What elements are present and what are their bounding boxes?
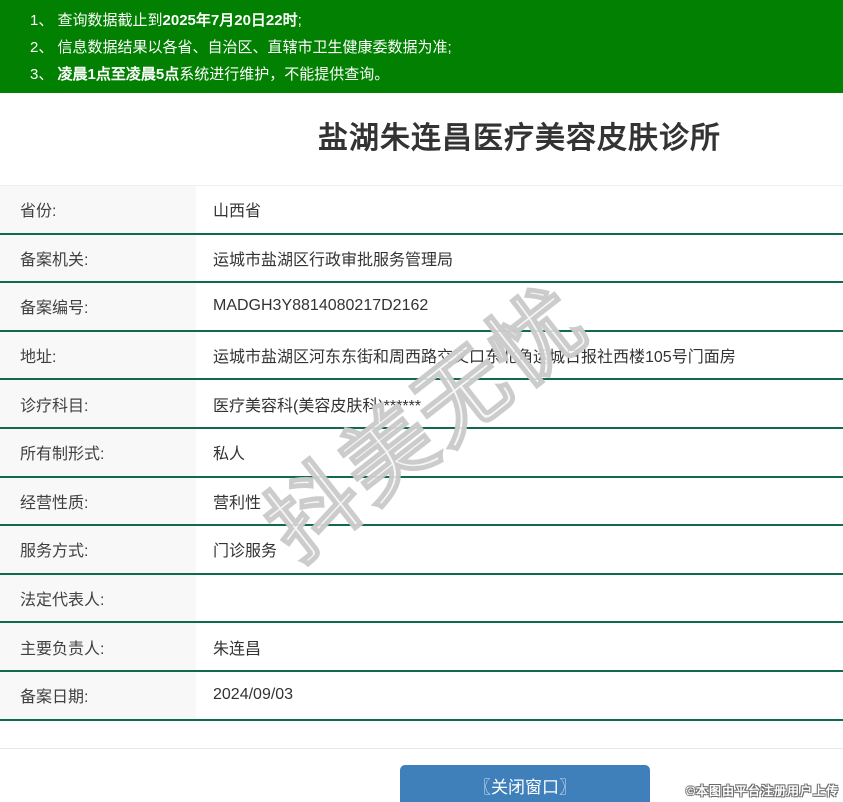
notice-line-3: 3、 凌晨1点至凌晨5点系统进行维护，不能提供查询。 bbox=[30, 61, 833, 88]
table-row-legal-representative: 法定代表人: bbox=[0, 575, 843, 624]
close-window-button[interactable]: 〖关闭窗口〗 bbox=[400, 765, 650, 802]
table-row-province: 省份: 山西省 bbox=[0, 186, 843, 235]
row-label: 主要负责人: bbox=[0, 623, 196, 670]
row-value: 运城市盐湖区行政审批服务管理局 bbox=[196, 235, 843, 282]
table-row-ownership: 所有制形式: 私人 bbox=[0, 429, 843, 478]
notice-bold-text: 凌晨1点至凌晨5点 bbox=[58, 66, 180, 83]
row-label: 诊疗科目: bbox=[0, 380, 196, 427]
table-row-business-nature: 经营性质: 营利性 bbox=[0, 478, 843, 527]
notice-text: 1、 查询数据截止到 bbox=[30, 12, 163, 29]
row-value bbox=[196, 575, 843, 622]
table-row-clinical-subjects: 诊疗科目: 医疗美容科(美容皮肤科)****** bbox=[0, 380, 843, 429]
notice-text: ; bbox=[298, 12, 302, 29]
row-label: 备案编号: bbox=[0, 283, 196, 330]
row-label: 备案机关: bbox=[0, 235, 196, 282]
row-value: 医疗美容科(美容皮肤科)****** bbox=[196, 380, 843, 427]
row-label: 法定代表人: bbox=[0, 575, 196, 622]
notice-bold-text: 2025年7月20日22时 bbox=[163, 12, 298, 29]
row-value: 门诊服务 bbox=[196, 526, 843, 573]
info-table: 省份: 山西省 备案机关: 运城市盐湖区行政审批服务管理局 备案编号: MADG… bbox=[0, 185, 843, 721]
footer-credit: ©本图由平台注册用户上传 bbox=[686, 782, 839, 799]
row-value: 营利性 bbox=[196, 478, 843, 525]
row-value: 山西省 bbox=[196, 186, 843, 233]
bottom-separator bbox=[0, 748, 843, 749]
table-row-service-mode: 服务方式: 门诊服务 bbox=[0, 526, 843, 575]
row-value: 朱连昌 bbox=[196, 623, 843, 670]
row-value: 私人 bbox=[196, 429, 843, 476]
page-title: 盐湖朱连昌医疗美容皮肤诊所 bbox=[196, 117, 843, 161]
row-value: 2024/09/03 bbox=[196, 672, 843, 719]
row-value: MADGH3Y8814080217D2162 bbox=[196, 283, 843, 330]
notice-text: 系统进行维护，不能提供查询。 bbox=[179, 66, 389, 83]
notice-line-1: 1、 查询数据截止到2025年7月20日22时; bbox=[30, 7, 833, 34]
table-row-address: 地址: 运城市盐湖区河东东街和周西路交叉口东北角运城日报社西楼105号门面房 bbox=[0, 332, 843, 381]
table-row-main-responsible-person: 主要负责人: 朱连昌 bbox=[0, 623, 843, 672]
row-label: 地址: bbox=[0, 332, 196, 379]
row-value: 运城市盐湖区河东东街和周西路交叉口东北角运城日报社西楼105号门面房 bbox=[196, 332, 843, 379]
row-label: 经营性质: bbox=[0, 478, 196, 525]
notice-banner: 1、 查询数据截止到2025年7月20日22时; 2、 信息数据结果以各省、自治… bbox=[0, 0, 843, 93]
notice-text: 2、 信息数据结果以各省、自治区、直辖市卫生健康委数据为准; bbox=[30, 39, 452, 56]
row-label: 省份: bbox=[0, 186, 196, 233]
notice-text: 3、 bbox=[30, 66, 58, 83]
notice-line-2: 2、 信息数据结果以各省、自治区、直辖市卫生健康委数据为准; bbox=[30, 34, 833, 61]
row-label: 服务方式: bbox=[0, 526, 196, 573]
table-row-filing-date: 备案日期: 2024/09/03 bbox=[0, 672, 843, 721]
table-row-filing-authority: 备案机关: 运城市盐湖区行政审批服务管理局 bbox=[0, 235, 843, 284]
row-label: 备案日期: bbox=[0, 672, 196, 719]
row-label: 所有制形式: bbox=[0, 429, 196, 476]
table-row-filing-number: 备案编号: MADGH3Y8814080217D2162 bbox=[0, 283, 843, 332]
